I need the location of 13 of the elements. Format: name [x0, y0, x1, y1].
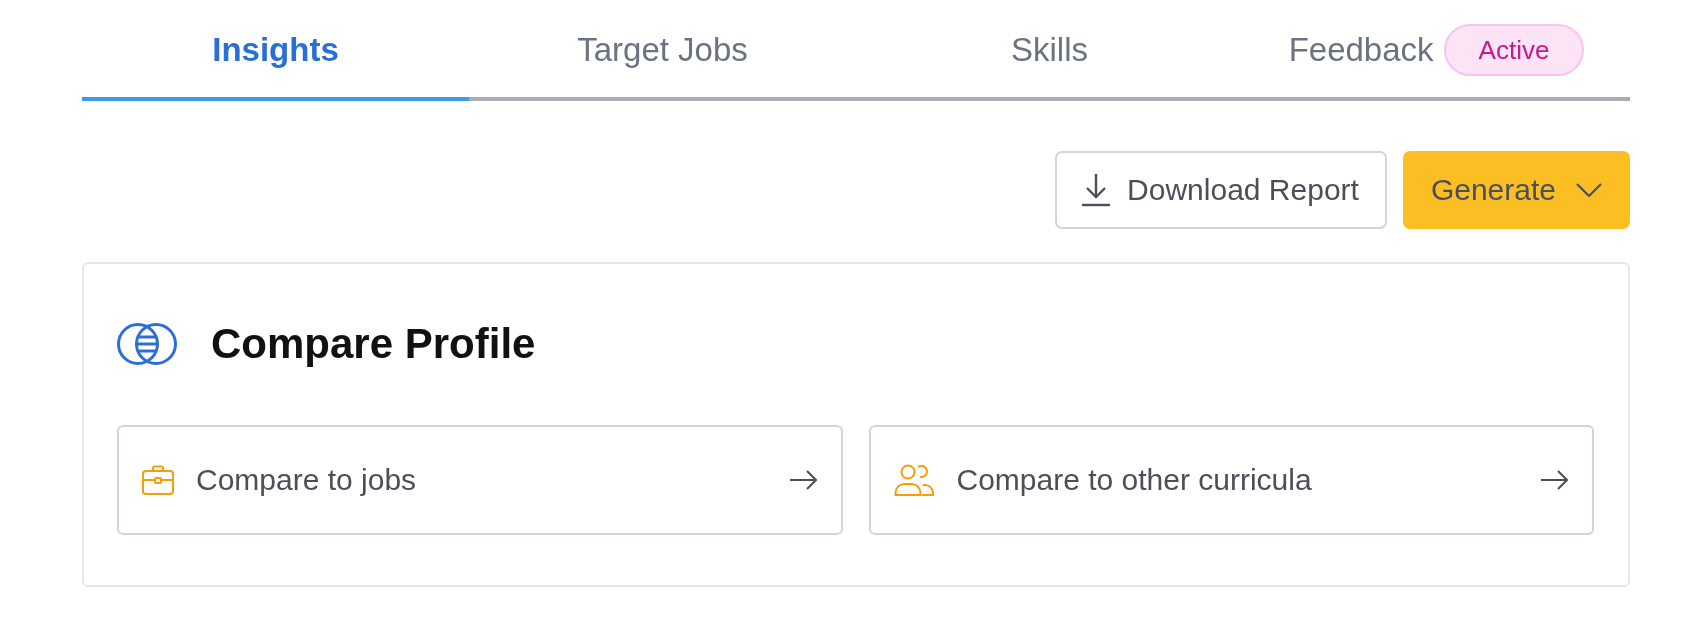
compare-option-button[interactable]: Compare to jobs: [117, 425, 843, 535]
briefcase-icon: [142, 465, 174, 495]
overlapping-circles-icon: [117, 323, 177, 365]
download-button[interactable]: Download Report: [1055, 151, 1387, 229]
caret-icon: [1576, 183, 1602, 197]
status-badge: Active: [1443, 24, 1585, 76]
download-icon: [1081, 173, 1112, 207]
users-icon: [893, 464, 935, 496]
compare-option-button[interactable]: Compare to other curricula: [868, 425, 1594, 535]
arrow-right-icon: [1540, 470, 1568, 490]
generate-dropdown-button[interactable]: Generate: [1402, 151, 1630, 229]
arrow-right-icon: [788, 470, 817, 490]
section-title: Compare Profile: [211, 323, 536, 365]
